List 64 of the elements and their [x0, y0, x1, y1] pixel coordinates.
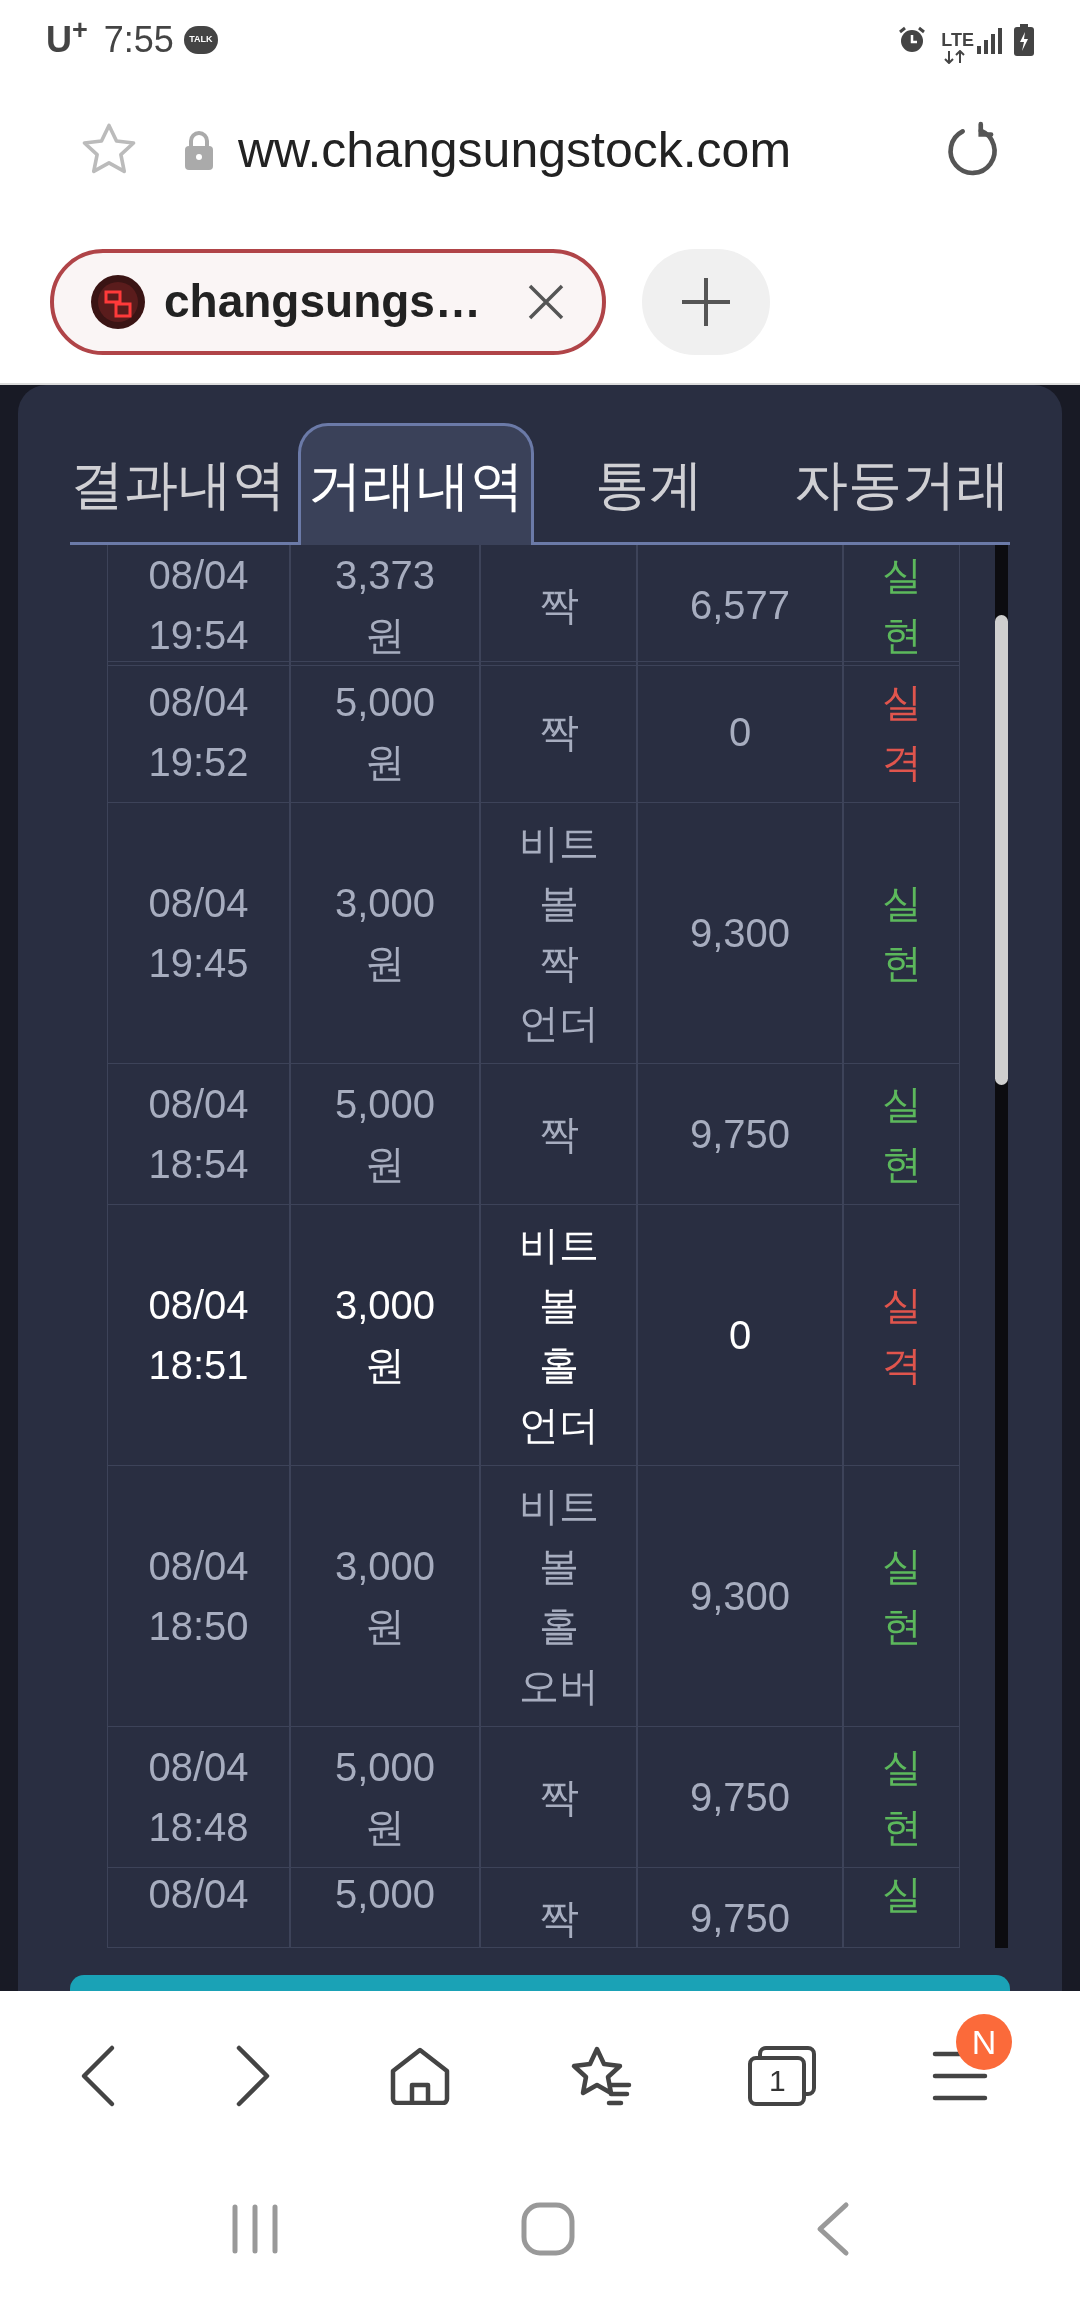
bet-pick: 짝 — [538, 582, 579, 629]
result-status: 실현 — [881, 880, 922, 987]
alarm-icon — [897, 25, 928, 55]
payout-amount: 0 — [728, 1312, 752, 1359]
url-text[interactable]: ww.changsungstock.com — [238, 112, 792, 188]
bet-amount: 5,000 — [334, 1872, 436, 1916]
bet-pick: 비트 볼 홀 오버 — [518, 1483, 599, 1710]
bet-pick: 짝 — [538, 1895, 579, 1940]
result-status: 실 — [881, 1872, 922, 1916]
bet-amount: 5,000 원 — [334, 1744, 436, 1851]
bet-amount: 3,373 원 — [334, 552, 436, 659]
network-type: LTE — [941, 31, 974, 49]
page-tab[interactable]: 통계 — [534, 423, 764, 545]
page-tab[interactable]: 결과내역 — [70, 423, 298, 545]
page-tab[interactable]: 자동거래 — [764, 423, 1010, 545]
data-arrows-icon — [944, 50, 966, 64]
system-back-icon[interactable] — [816, 2201, 850, 2257]
battery-icon — [1014, 24, 1034, 56]
chat-notification-icon: TALK — [183, 26, 218, 54]
trade-time: 08/04 19:54 — [148, 552, 249, 659]
result-status: 실격 — [881, 1282, 922, 1389]
trade-time: 08/04 18:48 — [148, 1744, 249, 1851]
trade-time: 08/04 18:54 — [148, 1081, 249, 1188]
signal-icon — [976, 26, 1002, 54]
scrollbar[interactable] — [995, 545, 1008, 1948]
payout-amount: 9,300 — [689, 910, 791, 957]
plus-icon — [680, 275, 732, 328]
trade-time: 08/04 18:50 — [148, 1543, 249, 1650]
payout-amount: 9,750 — [689, 1111, 791, 1158]
bet-pick: 짝 — [538, 1774, 579, 1821]
result-status: 실현 — [881, 1543, 922, 1650]
browser-tab[interactable]: changsungs… — [50, 248, 606, 355]
tab-title: changsungs… — [164, 274, 481, 329]
trade-time: 08/04 19:45 — [148, 880, 249, 987]
payout-amount: 9,300 — [689, 1573, 791, 1620]
carrier-label: U$^{+}$ — [46, 13, 88, 62]
bet-amount: 3,000 원 — [334, 1543, 436, 1650]
bet-pick: 짝 — [538, 1111, 579, 1158]
payout-amount: 9,750 — [689, 1774, 791, 1821]
notification-badge: N — [956, 2014, 1013, 2070]
home-button-icon[interactable] — [520, 2201, 576, 2257]
bet-amount: 5,000 원 — [334, 1081, 436, 1188]
result-status: 실현 — [881, 1081, 922, 1188]
site-favicon — [90, 273, 146, 330]
payout-amount: 9,750 — [689, 1895, 791, 1940]
payout-amount: 6,577 — [689, 582, 791, 629]
recent-apps-icon[interactable] — [230, 2204, 280, 2254]
result-status: 실현 — [881, 1744, 922, 1851]
bet-amount: 5,000 원 — [334, 679, 436, 786]
bet-amount: 3,000 원 — [334, 1282, 436, 1389]
bet-amount: 3,000 원 — [334, 880, 436, 987]
trade-time: 08/04 19:52 — [148, 679, 249, 786]
lock-icon — [182, 129, 216, 171]
bet-pick: 비트 볼 홀 언더 — [518, 1222, 599, 1449]
result-status: 실현 — [881, 552, 922, 659]
clock-time: 7:55 — [103, 18, 174, 62]
bet-pick: 짝 — [538, 709, 579, 756]
home-icon[interactable] — [389, 2047, 452, 2105]
payout-amount: 0 — [728, 709, 752, 756]
trade-time: 08/04 — [148, 1872, 249, 1916]
page-tab[interactable]: 거래내역 — [298, 423, 534, 545]
result-status: 실격 — [881, 679, 922, 786]
trade-time: 08/04 18:51 — [148, 1282, 249, 1389]
bet-pick: 비트 볼 짝 언더 — [518, 820, 599, 1047]
